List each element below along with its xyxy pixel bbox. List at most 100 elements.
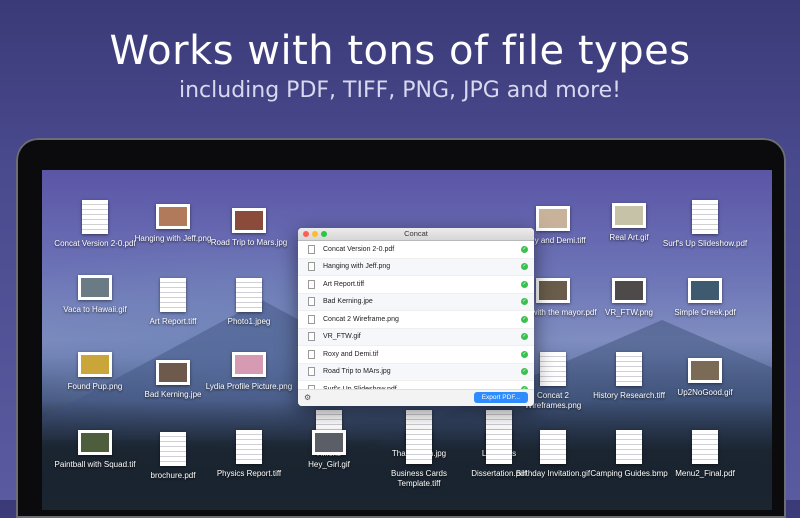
photo-thumbnail bbox=[536, 206, 570, 231]
desktop-file-icon[interactable]: Physics Report.tiff bbox=[204, 430, 294, 479]
checkmark-icon: ✓ bbox=[521, 280, 528, 288]
desktop-file-label: Hey_Girl.gif bbox=[308, 460, 350, 469]
file-name: Art Report.tiff bbox=[323, 280, 365, 288]
window-titlebar[interactable]: Concat bbox=[298, 228, 534, 241]
desktop-file-icon[interactable]: Road Trip to Mars.jpg bbox=[204, 208, 294, 248]
window-title: Concat bbox=[404, 229, 428, 238]
file-list[interactable]: Concat Version 2-0.pdf ✓ Hanging with Jeff… bbox=[298, 241, 534, 399]
photo-thumbnail bbox=[78, 352, 112, 377]
minimize-button[interactable] bbox=[312, 231, 318, 237]
document-thumbnail bbox=[692, 430, 718, 464]
file-list-row[interactable]: Concat Version 2-0.pdf ✓ bbox=[298, 241, 534, 259]
desktop-file-icon[interactable]: Surf's Up Slideshow.pdf bbox=[660, 200, 750, 249]
desktop-file-icon[interactable]: Up2NoGood.gif bbox=[660, 358, 750, 398]
desktop-file-label: Road Trip to Mars.jpg bbox=[210, 238, 288, 247]
desktop-screen: Concat Version 2-0.pdf Hanging with Jeff.… bbox=[42, 170, 772, 510]
desktop-file-label: Business Cards Template.tiff bbox=[390, 469, 448, 488]
desktop-file-label: Concat Version 2-0.pdf bbox=[54, 239, 136, 248]
desktop-file-icon[interactable]: Simple Creek.pdf bbox=[660, 278, 750, 318]
document-thumbnail bbox=[406, 430, 432, 464]
file-icon bbox=[308, 367, 315, 377]
document-thumbnail bbox=[692, 200, 718, 234]
checkmark-icon: ✓ bbox=[521, 263, 528, 271]
file-list-row[interactable]: Concat 2 Wireframe.png ✓ bbox=[298, 311, 534, 329]
desktop-file-label: Paintball with Squad.tif bbox=[54, 460, 136, 469]
document-thumbnail bbox=[616, 352, 642, 386]
photo-thumbnail bbox=[612, 278, 646, 303]
file-name: VR_FTW.gif bbox=[323, 333, 361, 341]
desktop-file-label: Vaca to Hawaii.gif bbox=[63, 305, 127, 314]
photo-thumbnail bbox=[612, 203, 646, 228]
photo-thumbnail bbox=[232, 208, 266, 233]
file-name: Bad Kerning.jpe bbox=[323, 298, 373, 306]
file-icon bbox=[308, 244, 315, 254]
desktop-file-icon[interactable]: Found Pup.png bbox=[50, 352, 140, 392]
file-name: Road Trip to MArs.jpg bbox=[323, 368, 391, 376]
file-name: Concat Version 2-0.pdf bbox=[323, 245, 395, 253]
desktop-file-label: Lydia Profile Picture.png bbox=[205, 382, 293, 391]
close-button[interactable] bbox=[303, 231, 309, 237]
laptop-frame: Concat Version 2-0.pdf Hanging with Jeff.… bbox=[16, 138, 786, 518]
photo-thumbnail bbox=[688, 358, 722, 383]
document-thumbnail bbox=[236, 430, 262, 464]
checkmark-icon: ✓ bbox=[521, 350, 528, 358]
file-icon bbox=[308, 297, 315, 307]
desktop-file-icon[interactable]: Paintball with Squad.tif bbox=[50, 430, 140, 470]
photo-thumbnail bbox=[536, 278, 570, 303]
photo-thumbnail bbox=[156, 204, 190, 229]
desktop-file-label: Up2NoGood.gif bbox=[677, 388, 733, 397]
desktop-file-icon[interactable]: Menu2_Final.pdf bbox=[660, 430, 750, 479]
document-thumbnail bbox=[616, 430, 642, 464]
photo-thumbnail bbox=[232, 352, 266, 377]
desktop-file-label: Surf's Up Slideshow.pdf bbox=[662, 239, 748, 248]
hero-title: Works with tons of file types bbox=[109, 28, 691, 74]
desktop-file-icon[interactable]: Concat Version 2-0.pdf bbox=[50, 200, 140, 249]
photo-thumbnail bbox=[78, 275, 112, 300]
checkmark-icon: ✓ bbox=[521, 298, 528, 306]
document-thumbnail bbox=[82, 200, 108, 234]
desktop-file-icon[interactable]: Business Cards Template.tiff bbox=[374, 430, 464, 489]
file-icon bbox=[308, 279, 315, 289]
photo-thumbnail bbox=[78, 430, 112, 455]
desktop-file-label: Menu2_Final.pdf bbox=[675, 469, 735, 478]
desktop-file-icon[interactable]: Vaca to Hawaii.gif bbox=[50, 275, 140, 315]
photo-thumbnail bbox=[156, 360, 190, 385]
window-footer: ⚙ ⌄ Export PDF... bbox=[298, 389, 534, 406]
desktop-file-label: Physics Report.tiff bbox=[216, 469, 282, 478]
photo-thumbnail bbox=[312, 430, 346, 455]
file-name: Roxy and Demi.tif bbox=[323, 350, 379, 358]
file-icon bbox=[308, 314, 315, 324]
desktop-file-icon[interactable]: Photo1.jpeg bbox=[204, 278, 294, 327]
file-list-row[interactable]: Bad Kerning.jpe ✓ bbox=[298, 293, 534, 311]
file-icon bbox=[308, 332, 315, 342]
desktop-file-label: Found Pup.png bbox=[67, 382, 123, 391]
file-list-row[interactable]: Road Trip to MArs.jpg ✓ bbox=[298, 363, 534, 381]
checkmark-icon: ✓ bbox=[521, 333, 528, 341]
desktop-file-icon[interactable]: Lydia Profile Picture.png bbox=[204, 352, 294, 392]
document-thumbnail bbox=[540, 352, 566, 386]
file-list-row[interactable]: VR_FTW.gif ✓ bbox=[298, 328, 534, 346]
file-name: Concat 2 Wireframe.png bbox=[323, 315, 399, 323]
file-icon bbox=[308, 349, 315, 359]
document-thumbnail bbox=[540, 430, 566, 464]
desktop-file-label: Simple Creek.pdf bbox=[674, 308, 736, 317]
file-list-row[interactable]: Hanging with Jeff.png ✓ bbox=[298, 258, 534, 276]
desktop-file-label: Photo1.jpeg bbox=[227, 317, 271, 326]
document-thumbnail bbox=[160, 432, 186, 466]
checkmark-icon: ✓ bbox=[521, 245, 528, 253]
photo-thumbnail bbox=[688, 278, 722, 303]
checkmark-icon: ✓ bbox=[521, 368, 528, 376]
file-icon bbox=[308, 262, 315, 272]
document-thumbnail bbox=[236, 278, 262, 312]
export-pdf-button[interactable]: Export PDF... bbox=[473, 392, 528, 403]
zoom-button[interactable] bbox=[321, 231, 327, 237]
file-name: Hanging with Jeff.png bbox=[323, 263, 391, 271]
document-thumbnail bbox=[160, 278, 186, 312]
desktop-file-icon[interactable]: Hey_Girl.gif bbox=[284, 430, 374, 470]
gear-menu-icon[interactable]: ⚙ ⌄ bbox=[304, 393, 320, 406]
hero-subtitle: including PDF, TIFF, PNG, JPG and more! bbox=[179, 78, 621, 103]
file-list-row[interactable]: Art Report.tiff ✓ bbox=[298, 276, 534, 294]
checkmark-icon: ✓ bbox=[521, 315, 528, 323]
concat-window[interactable]: Concat Concat Version 2-0.pdf ✓ Hanging wi… bbox=[298, 228, 534, 406]
file-list-row[interactable]: Roxy and Demi.tif ✓ bbox=[298, 346, 534, 364]
